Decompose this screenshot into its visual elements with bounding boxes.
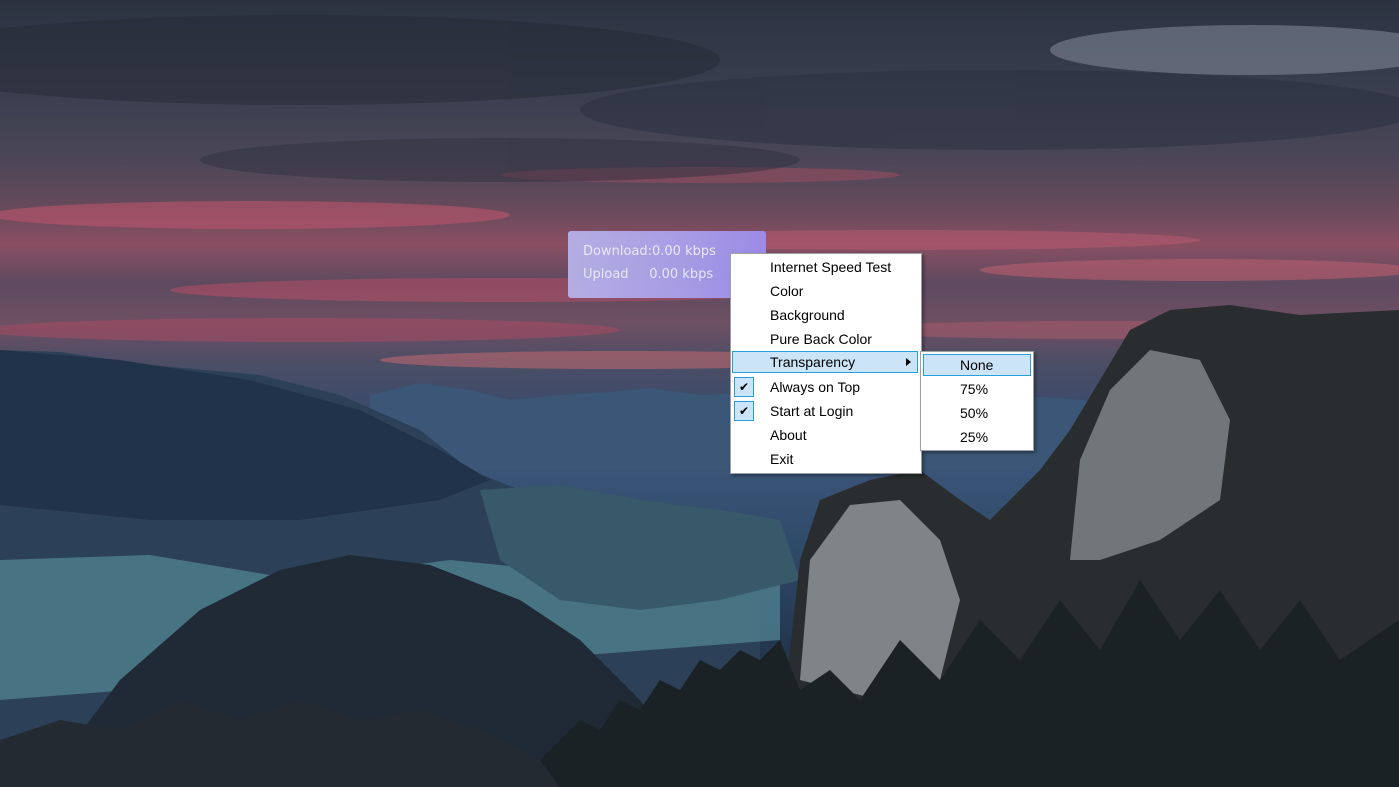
submenu-arrow-icon [906, 358, 911, 366]
menu-item-label: Color [770, 283, 804, 299]
landscape-scenery [0, 15, 1399, 787]
submenu-item-none[interactable]: None [923, 354, 1031, 376]
submenu-item-label: 25% [960, 429, 989, 445]
menu-item-always-on-top[interactable]: ✔ Always on Top [732, 376, 918, 398]
submenu-item-25[interactable]: 25% [923, 426, 1031, 448]
menu-item-about[interactable]: About [732, 424, 918, 446]
menu-item-background[interactable]: Background [732, 304, 918, 326]
submenu-item-label: 75% [960, 381, 989, 397]
menu-item-start-at-login[interactable]: ✔ Start at Login [732, 400, 918, 422]
menu-item-internet-speed-test[interactable]: Internet Speed Test [732, 256, 918, 278]
menu-item-label: Exit [770, 451, 794, 467]
menu-item-exit[interactable]: Exit [732, 448, 918, 470]
context-menu: Internet Speed Test Color Background Pur… [730, 253, 922, 474]
checkmark-icon: ✔ [734, 377, 754, 397]
menu-item-label: Pure Back Color [770, 331, 872, 347]
menu-item-label: Background [770, 307, 845, 323]
menu-item-color[interactable]: Color [732, 280, 918, 302]
menu-item-label: About [770, 427, 807, 443]
submenu-item-75[interactable]: 75% [923, 378, 1031, 400]
menu-item-pure-back-color[interactable]: Pure Back Color [732, 328, 918, 350]
checkmark-icon: ✔ [734, 401, 754, 421]
submenu-item-label: None [960, 357, 994, 373]
transparency-submenu: None 75% 50% 25% [920, 351, 1034, 451]
download-speed-text: Download:0.00 kbps [583, 244, 716, 259]
desktop-wallpaper [0, 0, 1399, 787]
menu-item-label: Always on Top [770, 379, 861, 395]
menu-item-label: Transparency [770, 354, 856, 370]
submenu-item-label: 50% [960, 405, 989, 421]
menu-item-label: Internet Speed Test [770, 259, 892, 275]
menu-item-label: Start at Login [770, 403, 854, 419]
menu-item-transparency[interactable]: Transparency [732, 351, 918, 373]
submenu-item-50[interactable]: 50% [923, 402, 1031, 424]
upload-speed-text: Upload 0.00 kbps [583, 267, 714, 282]
